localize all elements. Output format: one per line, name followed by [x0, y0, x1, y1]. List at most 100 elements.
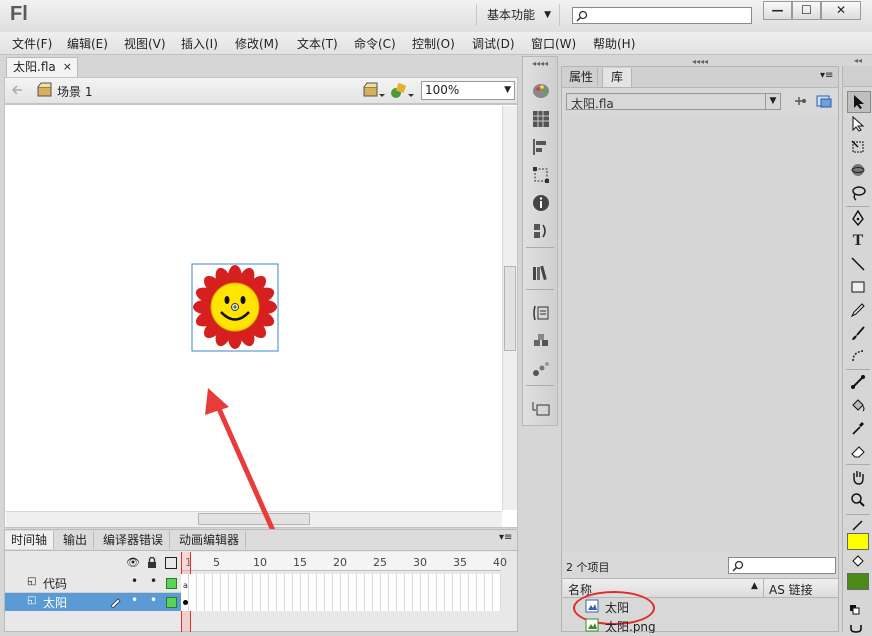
- tab-properties[interactable]: 属性: [565, 68, 599, 86]
- workspace-switcher[interactable]: 基本功能 ▼: [476, 4, 560, 26]
- pen-tool[interactable]: [847, 208, 869, 228]
- menu-modify[interactable]: 修改(M): [235, 35, 279, 52]
- visibility-dot[interactable]: •: [131, 574, 138, 588]
- rectangle-tool[interactable]: [847, 277, 869, 297]
- menu-commands[interactable]: 命令(C): [354, 35, 396, 52]
- scroll-thumb[interactable]: [504, 266, 516, 351]
- menu-view[interactable]: 视图(V): [124, 35, 166, 52]
- info-icon[interactable]: [531, 193, 551, 213]
- actions-icon[interactable]: [531, 303, 551, 323]
- lock-dot[interactable]: •: [150, 574, 157, 588]
- menu-control[interactable]: 控制(O): [412, 35, 455, 52]
- pencil-tool[interactable]: [847, 300, 869, 320]
- 3d-rotation-tool[interactable]: [847, 160, 869, 180]
- align-icon[interactable]: [531, 137, 551, 157]
- brush-tool[interactable]: [847, 323, 869, 343]
- menu-help[interactable]: 帮助(H): [593, 35, 635, 52]
- lock-icon[interactable]: [147, 557, 157, 569]
- help-search-input[interactable]: [572, 7, 752, 24]
- arrow-cursor-icon: [854, 95, 864, 109]
- components-icon[interactable]: [531, 331, 551, 351]
- menu-text[interactable]: 文本(T): [297, 35, 338, 52]
- color-palette-icon[interactable]: [531, 81, 551, 101]
- brush-icon: [852, 326, 865, 340]
- eyedropper-tool[interactable]: [847, 418, 869, 438]
- subselection-tool[interactable]: [847, 114, 869, 134]
- project-icon[interactable]: [531, 399, 551, 419]
- new-library-panel-icon[interactable]: [816, 93, 832, 109]
- stroke-color-tool[interactable]: [847, 518, 869, 532]
- tab-output[interactable]: 输出: [57, 531, 95, 549]
- library-icon[interactable]: [531, 263, 551, 283]
- tab-timeline[interactable]: 时间轴: [5, 531, 55, 549]
- document-tab[interactable]: 太阳.fla ×: [6, 57, 78, 77]
- layer-row[interactable]: ◱ 代码 • •: [5, 574, 181, 593]
- edit-symbols-icon[interactable]: [390, 81, 414, 101]
- layer-outline-color[interactable]: [166, 578, 177, 589]
- sun-symbol[interactable]: [191, 263, 281, 353]
- text-tool[interactable]: T: [847, 231, 869, 251]
- motion-presets-icon[interactable]: [531, 359, 551, 379]
- line-tool[interactable]: [847, 254, 869, 274]
- code-snippets-icon[interactable]: [531, 221, 551, 241]
- frames-grid[interactable]: [181, 574, 501, 611]
- fill-color-tool[interactable]: [847, 552, 869, 570]
- maximize-button[interactable]: ☐: [792, 1, 821, 20]
- stroke-color-swatch[interactable]: [847, 533, 869, 550]
- back-arrow-icon[interactable]: [11, 84, 23, 96]
- selection-tool[interactable]: [847, 91, 871, 113]
- menu-window[interactable]: 窗口(W): [531, 35, 576, 52]
- sphere-icon: [851, 164, 865, 176]
- library-item[interactable]: 太阳.png: [563, 616, 838, 633]
- stage[interactable]: [4, 104, 518, 528]
- outline-icon[interactable]: [165, 557, 177, 569]
- frame-number: 40: [493, 556, 507, 569]
- library-document-select[interactable]: 太阳.fla ▼: [566, 93, 781, 111]
- stage-vertical-scrollbar[interactable]: [502, 106, 517, 510]
- layer-outline-color[interactable]: [166, 597, 177, 608]
- panel-menu-icon[interactable]: ▾≡: [820, 70, 833, 81]
- transform-icon[interactable]: [531, 165, 551, 185]
- zoom-select[interactable]: 100% ▼: [421, 81, 515, 100]
- tab-motion-editor[interactable]: 动画编辑器: [173, 531, 247, 549]
- edit-scene-icon[interactable]: [363, 82, 385, 100]
- tab-library[interactable]: 库: [602, 68, 633, 87]
- layer-row-selected[interactable]: ◱ 太阳 • •: [5, 593, 181, 611]
- menu-insert[interactable]: 插入(I): [181, 35, 218, 52]
- minimize-button[interactable]: —: [763, 1, 792, 20]
- fill-color-swatch[interactable]: [847, 573, 869, 590]
- column-linkage-header[interactable]: AS 链接: [769, 581, 813, 598]
- eye-icon[interactable]: 👁: [126, 556, 140, 569]
- lasso-tool[interactable]: [847, 183, 869, 203]
- stage-horizontal-scrollbar[interactable]: [6, 511, 502, 527]
- sort-up-icon[interactable]: ▲: [751, 581, 758, 591]
- eraser-tool[interactable]: [847, 441, 869, 461]
- close-tab-icon[interactable]: ×: [63, 58, 72, 76]
- pin-library-icon[interactable]: [792, 94, 808, 108]
- panel-menu-icon[interactable]: ▾≡: [499, 532, 512, 543]
- snap-icon[interactable]: [849, 622, 863, 633]
- menu-debug[interactable]: 调试(D): [472, 35, 515, 52]
- visibility-dot[interactable]: •: [131, 593, 138, 607]
- menu-edit[interactable]: 编辑(E): [67, 35, 108, 52]
- keyframe[interactable]: [183, 600, 188, 605]
- tab-compiler-errors[interactable]: 编译器错误: [97, 531, 171, 549]
- bone-tool[interactable]: [847, 372, 869, 392]
- deco-icon: [852, 350, 864, 362]
- frame-number: 20: [333, 556, 347, 569]
- zoom-tool[interactable]: [847, 490, 869, 510]
- keyframe[interactable]: a: [183, 577, 188, 590]
- paint-bucket-tool[interactable]: [847, 395, 869, 415]
- deco-tool[interactable]: [847, 346, 869, 366]
- library-search-input[interactable]: [728, 557, 836, 574]
- scroll-thumb[interactable]: [198, 513, 310, 525]
- layer-name: 代码: [43, 577, 68, 591]
- hand-tool[interactable]: [847, 467, 869, 487]
- free-transform-tool[interactable]: [847, 137, 869, 157]
- menu-file[interactable]: 文件(F): [12, 35, 52, 52]
- swatches-icon[interactable]: [531, 109, 551, 129]
- close-button[interactable]: ✕: [821, 1, 861, 20]
- swap-colors-icon[interactable]: [849, 604, 861, 616]
- library-item[interactable]: 太阳: [563, 591, 838, 625]
- lock-dot[interactable]: •: [150, 593, 157, 607]
